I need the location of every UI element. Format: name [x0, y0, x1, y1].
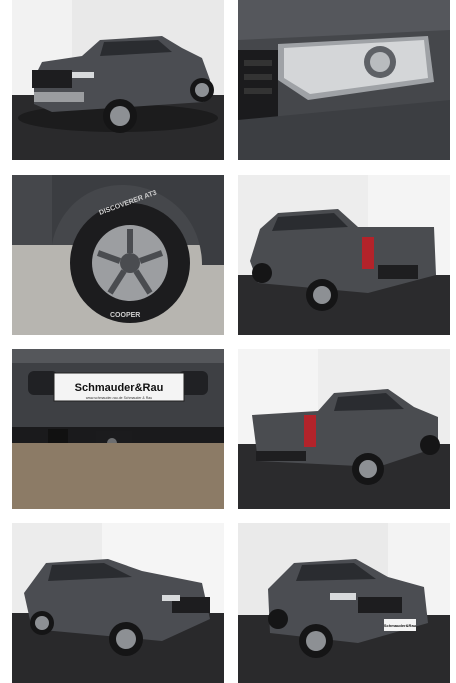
tire-brand-text: COOPER [110, 312, 140, 319]
truck-rear-left-image [238, 349, 450, 509]
photo-gallery: DISCOVERER AT3 COOPER Schmauder&Rau www.… [0, 0, 456, 683]
gallery-photo-4[interactable] [238, 175, 450, 335]
gallery-photo-2[interactable] [238, 0, 450, 160]
truck-front-image [12, 0, 224, 160]
gallery-photo-5[interactable]: Schmauder&Rau www.schmauder-rau.de Schma… [12, 349, 224, 509]
truck-rear-image [238, 175, 450, 335]
plate-dealer-sub: www.schmauder-rau.de Schmauder & Rau [86, 396, 152, 400]
headlight-image [238, 0, 450, 160]
truck-front-right-image: Schmauder&Rau [238, 523, 450, 683]
truck-front-left-image [12, 523, 224, 683]
gallery-photo-3[interactable]: DISCOVERER AT3 COOPER [12, 175, 224, 335]
gallery-photo-6[interactable] [238, 349, 450, 509]
plate-dealer-name: Schmauder&Rau [75, 382, 164, 394]
rear-bumper-image: Schmauder&Rau www.schmauder-rau.de Schma… [12, 349, 224, 509]
front-plate-text: Schmauder&Rau [384, 623, 417, 628]
wheel-image: DISCOVERER AT3 COOPER [12, 175, 224, 335]
gallery-photo-8[interactable]: Schmauder&Rau [238, 523, 450, 683]
gallery-photo-1[interactable] [12, 0, 224, 160]
gallery-photo-7[interactable] [12, 523, 224, 683]
